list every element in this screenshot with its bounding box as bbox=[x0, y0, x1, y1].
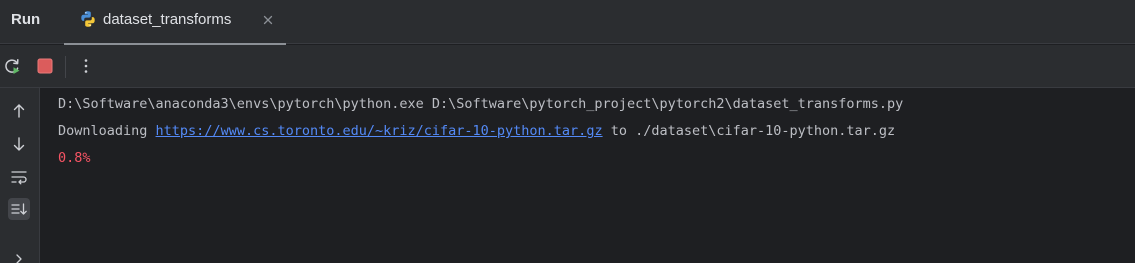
console-gutter bbox=[0, 88, 40, 263]
download-url-link[interactable]: https://www.cs.toronto.edu/~kriz/cifar-1… bbox=[156, 123, 603, 139]
scroll-to-end-icon[interactable] bbox=[8, 198, 30, 220]
console-output[interactable]: D:\Software\anaconda3\envs\pytorch\pytho… bbox=[40, 88, 1135, 263]
arrow-down-icon[interactable] bbox=[8, 133, 30, 155]
stop-icon[interactable] bbox=[35, 56, 55, 76]
rerun-icon[interactable] bbox=[2, 56, 22, 76]
more-vertical-icon[interactable] bbox=[76, 56, 96, 76]
chevron-right-icon[interactable] bbox=[8, 248, 30, 263]
toolbar-separator bbox=[65, 56, 66, 78]
run-tool-window: Run dataset_transforms D:\Software\anaco… bbox=[0, 0, 1135, 263]
progress-text: 0.8% bbox=[58, 150, 91, 166]
close-icon[interactable] bbox=[261, 12, 275, 26]
command-line: D:\Software\anaconda3\envs\pytorch\pytho… bbox=[58, 96, 904, 112]
panel-title: Run bbox=[11, 11, 41, 28]
python-file-icon bbox=[79, 10, 97, 28]
run-toolbar bbox=[0, 45, 1135, 88]
tab-dataset-transforms[interactable]: dataset_transforms bbox=[64, 0, 286, 45]
tab-label: dataset_transforms bbox=[103, 11, 232, 28]
download-line: Downloading https://www.cs.toronto.edu/~… bbox=[58, 122, 895, 140]
download-suffix: to ./dataset\cifar-10-python.tar.gz bbox=[602, 123, 896, 139]
download-prefix: Downloading bbox=[58, 123, 156, 139]
run-header: Run dataset_transforms bbox=[0, 0, 1135, 45]
arrow-up-icon[interactable] bbox=[8, 100, 30, 122]
soft-wrap-icon[interactable] bbox=[8, 166, 30, 188]
